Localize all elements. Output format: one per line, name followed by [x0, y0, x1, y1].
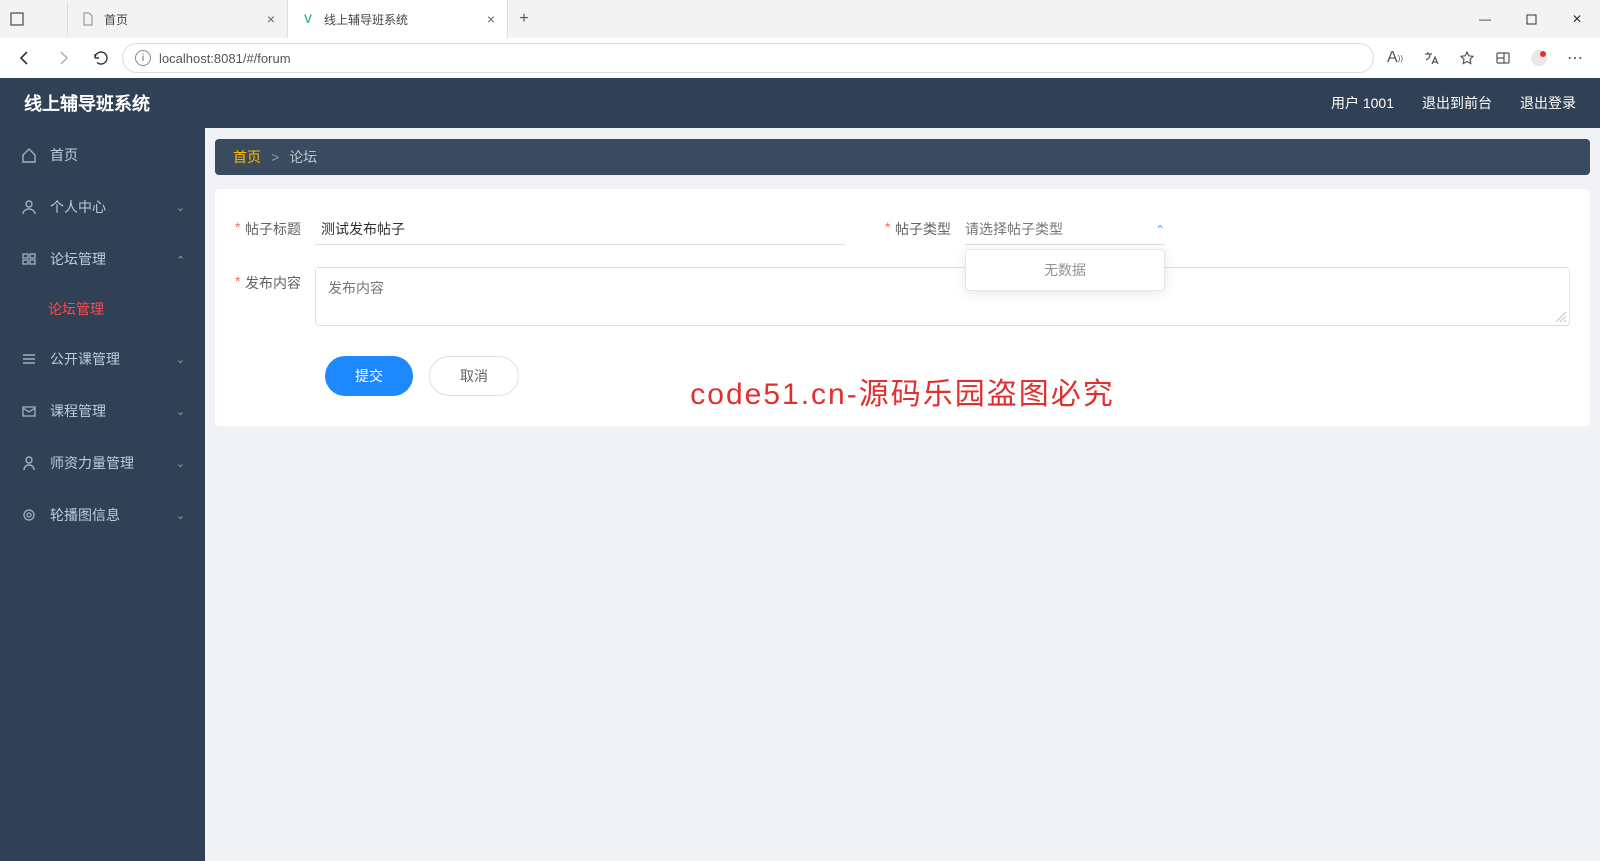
- app-header: 线上辅导班系统 用户 1001 退出到前台 退出登录: [0, 78, 1600, 128]
- maximize-button[interactable]: [1508, 2, 1554, 36]
- sidebar-item-openclass[interactable]: 公开课管理 ⌄: [0, 333, 205, 385]
- post-type-label: 帖子类型: [885, 219, 965, 239]
- breadcrumb-separator: >: [271, 149, 279, 165]
- sidebar-label: 个人中心: [50, 197, 106, 217]
- button-row: 提交 取消: [235, 356, 1570, 396]
- sidebar-item-forum[interactable]: 论坛管理 ⌄: [0, 233, 205, 285]
- user-icon: [20, 199, 38, 215]
- page-icon: [80, 11, 96, 27]
- chevron-down-icon: ⌄: [176, 509, 185, 522]
- post-title-label: 帖子标题: [235, 219, 315, 239]
- app-title: 线上辅导班系统: [24, 90, 150, 116]
- translate-icon[interactable]: [1414, 42, 1448, 74]
- collections-icon[interactable]: [1486, 42, 1520, 74]
- close-icon[interactable]: ×: [267, 11, 275, 27]
- breadcrumb-current: 论坛: [289, 147, 317, 167]
- sidebar-subitem-forum[interactable]: 论坛管理: [0, 285, 205, 333]
- profile-icon[interactable]: [1522, 42, 1556, 74]
- post-content-wrap: [315, 267, 1570, 326]
- favorite-icon[interactable]: [1450, 42, 1484, 74]
- tab-divider: [34, 2, 68, 36]
- logout[interactable]: 退出登录: [1520, 93, 1576, 113]
- refresh-button[interactable]: [84, 42, 118, 74]
- home-icon: [20, 147, 38, 163]
- chevron-down-icon: ⌄: [176, 201, 185, 214]
- sidebar-label: 首页: [50, 145, 78, 165]
- post-type-input[interactable]: [965, 221, 1155, 237]
- vue-icon: V: [300, 11, 316, 27]
- read-aloud-icon[interactable]: A)): [1378, 42, 1412, 74]
- sidebar-item-teacher[interactable]: 师资力量管理 ⌄: [0, 437, 205, 489]
- tabs-overview-button[interactable]: [0, 2, 34, 36]
- address-bar: i localhost:8081/#/forum A)) ⋯: [0, 38, 1600, 78]
- submit-button[interactable]: 提交: [325, 356, 413, 396]
- cancel-button[interactable]: 取消: [429, 356, 519, 396]
- chevron-down-icon: ⌄: [176, 405, 185, 418]
- sidebar-label: 师资力量管理: [50, 453, 134, 473]
- close-window-button[interactable]: ✕: [1554, 2, 1600, 36]
- sidebar-label: 课程管理: [50, 401, 106, 421]
- teacher-icon: [20, 455, 38, 471]
- user-label[interactable]: 用户 1001: [1331, 93, 1394, 113]
- forward-button[interactable]: [46, 42, 80, 74]
- back-button[interactable]: [8, 42, 42, 74]
- sidebar-label: 公开课管理: [50, 349, 120, 369]
- sidebar-item-carousel[interactable]: 轮播图信息 ⌄: [0, 489, 205, 541]
- mail-icon: [20, 403, 38, 419]
- exit-to-front[interactable]: 退出到前台: [1422, 93, 1492, 113]
- post-content-label: 发布内容: [235, 267, 315, 293]
- app-body: 首页 个人中心 ⌄ 论坛管理 ⌄ 论坛管理 公开课管理 ⌄ 课程管理 ⌄ 师资力…: [0, 79, 1600, 861]
- menu-icon[interactable]: ⋯: [1558, 42, 1592, 74]
- new-tab-button[interactable]: +: [508, 10, 540, 28]
- sidebar: 首页 个人中心 ⌄ 论坛管理 ⌄ 论坛管理 公开课管理 ⌄ 课程管理 ⌄ 师资力…: [0, 79, 205, 861]
- window-controls: — ✕: [1462, 2, 1600, 36]
- chevron-down-icon: ⌄: [176, 353, 185, 366]
- browser-tab-1[interactable]: 首页 ×: [68, 0, 288, 38]
- tab-title: 线上辅导班系统: [324, 11, 408, 28]
- sidebar-item-home[interactable]: 首页: [0, 129, 205, 181]
- post-title-input[interactable]: [315, 213, 845, 245]
- chevron-up-icon: ⌄: [1155, 222, 1165, 236]
- sidebar-label: 论坛管理: [50, 249, 106, 269]
- sidebar-label: 轮播图信息: [50, 505, 120, 525]
- gear-icon: [20, 507, 38, 523]
- browser-tab-2[interactable]: V 线上辅导班系统 ×: [288, 0, 508, 38]
- site-info-icon[interactable]: i: [135, 50, 151, 66]
- list-icon: [20, 351, 38, 367]
- forum-icon: [20, 251, 38, 267]
- main-content: 首页 > 论坛 帖子标题 帖子类型 ⌄ 无数据: [205, 79, 1600, 861]
- url-bar[interactable]: i localhost:8081/#/forum: [122, 43, 1374, 73]
- sidebar-item-course[interactable]: 课程管理 ⌄: [0, 385, 205, 437]
- field-post-content: 发布内容: [235, 267, 1570, 326]
- field-post-type: 帖子类型 ⌄ 无数据: [885, 213, 1165, 245]
- post-type-dropdown: 无数据: [965, 249, 1165, 291]
- dropdown-empty-text: 无数据: [966, 260, 1164, 280]
- tab-bar: 首页 × V 线上辅导班系统 × + — ✕: [0, 0, 1600, 38]
- chevron-down-icon: ⌄: [176, 457, 185, 470]
- sidebar-sublabel: 论坛管理: [48, 299, 104, 319]
- post-content-textarea[interactable]: [316, 268, 1569, 320]
- breadcrumb-home[interactable]: 首页: [233, 147, 261, 167]
- browser-chrome: 首页 × V 线上辅导班系统 × + — ✕ i localhost:808: [0, 0, 1600, 79]
- chevron-up-icon: ⌄: [176, 253, 185, 266]
- url-text: localhost:8081/#/forum: [159, 51, 291, 66]
- minimize-button[interactable]: —: [1462, 2, 1508, 36]
- post-type-select[interactable]: ⌄ 无数据: [965, 213, 1165, 245]
- resize-grip-icon[interactable]: [1556, 312, 1566, 322]
- form-panel: 帖子标题 帖子类型 ⌄ 无数据 发布内容: [215, 189, 1590, 426]
- close-icon[interactable]: ×: [487, 11, 495, 27]
- field-post-title: 帖子标题: [235, 213, 845, 245]
- tab-title: 首页: [104, 11, 128, 28]
- sidebar-item-personal[interactable]: 个人中心 ⌄: [0, 181, 205, 233]
- breadcrumb: 首页 > 论坛: [215, 139, 1590, 175]
